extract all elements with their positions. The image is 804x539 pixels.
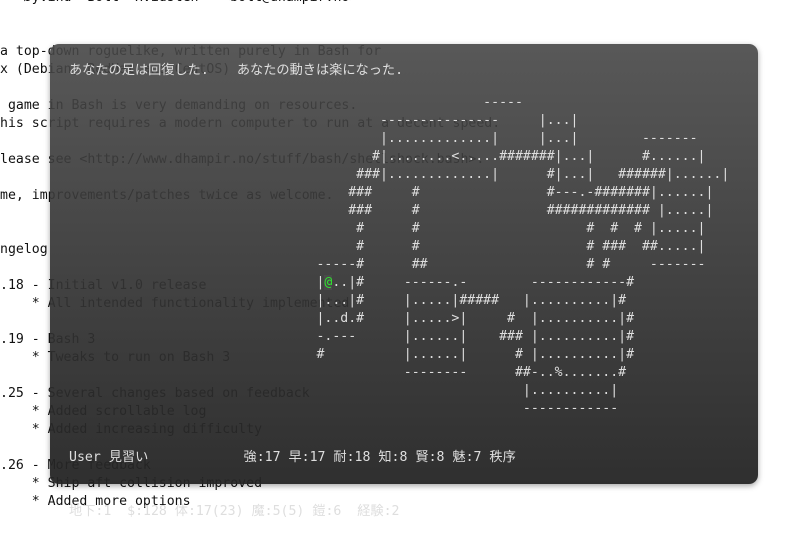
dungeon-map: ----- --------------- |...| |...........… [245,94,729,418]
map-segment: |...|# |.....|##### |..........|# [245,293,627,308]
message-1: あなたの足は回復した. [69,63,209,78]
map-row: --------------- |...| [245,112,729,130]
map-row: -.--- |......| ### |..........|# [245,328,729,346]
map-segment: # # # ### ##.....| [245,239,706,254]
map-segment: | [245,275,325,290]
status-panel: User 見習い 強:17 早:17 耐:18 知:8 賢:8 魅:7 秩序 地… [69,413,516,539]
map-row: #|........<.....#######|...| #......| [245,148,729,166]
map-row: -------- ##-..%.......# [245,364,729,382]
map-row: -----# ## # # ------- [245,256,729,274]
map-segment: ### # #---.-#######|......| [245,185,714,200]
map-row: # # # # # |.....| [245,220,729,238]
map-segment: -------- ##-..%.......# [245,365,627,380]
map-segment: # |......| # |..........|# [245,347,635,362]
background-line [0,7,500,25]
map-segment: -.--- |......| ### |..........|# [245,329,635,344]
map-segment: #|........<.....#######|...| #......| [245,149,706,164]
map-row: |..d.# |.....>| # |..........|# [245,310,729,328]
background-line: - Øyvind 'Bolt' Hvidsten <bolt@dhampir.n… [0,0,500,7]
map-row: |..........| [245,382,729,400]
background-line [0,25,500,43]
map-segment: |..d.# |.....>| # |..........|# [245,311,635,326]
message-2: あなたの動きは楽になった. [236,63,404,78]
map-segment: ----- [245,95,523,110]
map-segment: -----# ## # # ------- [245,257,706,272]
map-row: ----- [245,94,729,112]
map-segment: --------------- |...| [245,113,579,128]
map-segment: ### # ############# |.....| [245,203,714,218]
map-segment: ###|.............| #|...| ######|......| [245,167,730,182]
map-row: ### # #---.-#######|......| [245,184,729,202]
map-row: ###|.............| #|...| ######|......| [245,166,729,184]
map-row: |@..|# ------.- ------------# [245,274,729,292]
map-row: # # # ### ##.....| [245,238,729,256]
map-segment: |..........| [245,383,619,398]
map-segment: |.............| |...| ------- [245,131,698,146]
map-row: |...|# |.....|##### |..........|# [245,292,729,310]
status-line-2: 地下:1 $:128 体:17(23) 魔:5(5) 鎧:6 経験:2 [69,504,400,519]
map-row: |.............| |...| ------- [245,130,729,148]
message-line: あなたの足は回復した. あなたの動きは楽になった. [69,62,403,80]
map-segment: # # # # # |.....| [245,221,706,236]
map-row: ### # ############# |.....| [245,202,729,220]
map-segment: ..|# ------.- ------------# [332,275,635,290]
map-row: # |......| # |..........|# [245,346,729,364]
status-line-1: User 見習い 強:17 早:17 耐:18 知:8 賢:8 魅:7 秩序 [69,450,516,465]
